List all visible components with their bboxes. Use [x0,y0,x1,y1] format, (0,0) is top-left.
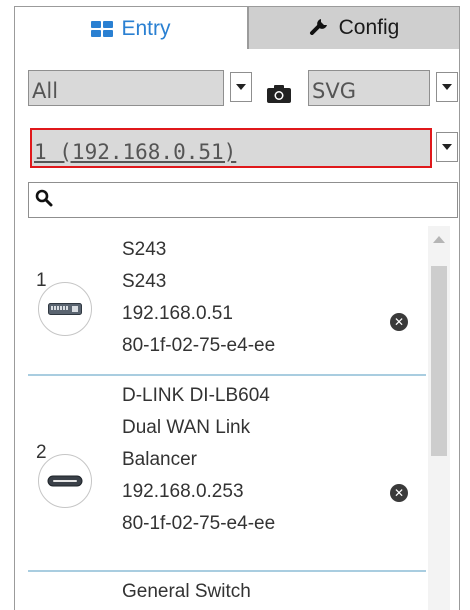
tab-config-label: Config [338,16,400,39]
type-select-value: All [32,79,59,103]
remove-icon[interactable]: ✕ [390,484,408,502]
item-index: 1 [36,270,47,291]
tab-bar: Entry Config [14,6,460,50]
device-list: 1 S243 S243 192.168.0.51 80-1f-02-75-e4-… [28,226,426,610]
item-details: S243 S243 192.168.0.51 80-1f-02-75-e4-ee [122,234,275,362]
item-mac: 80-1f-02-75-e4-ee [122,513,276,534]
camera-icon[interactable] [266,84,292,104]
item-model: S243 [122,271,167,292]
format-select[interactable]: SVG [308,70,430,106]
list-item[interactable]: 1 S243 S243 192.168.0.51 80-1f-02-75-e4-… [28,226,426,376]
tab-config[interactable]: Config [248,6,460,50]
item-details: General Switch [122,576,251,608]
chevron-down-icon [236,84,246,90]
search-box [28,182,458,218]
tab-entry[interactable]: Entry [14,6,248,50]
item-model-cont: Balancer [122,449,197,470]
item-details: D-LINK DI-LB604 Dual WAN Link Balancer 1… [122,380,275,540]
grid-icon [91,20,114,37]
chevron-down-icon [442,144,452,150]
device-select-dropdown-button[interactable] [436,132,458,162]
switch-icon [38,282,92,336]
item-mac: 80-1f-02-75-e4-ee [122,335,276,356]
item-model: Dual WAN Link [122,417,251,438]
list-scrollbar[interactable] [428,226,450,610]
list-item[interactable]: 2 D-LINK DI-LB604 Dual WAN Link Balancer… [28,376,426,572]
search-input[interactable] [53,185,457,215]
item-name: S243 [122,239,167,260]
item-name: D-LINK DI-LB604 [122,385,270,406]
item-index: 2 [36,442,47,463]
scroll-up-arrow-icon[interactable] [433,236,445,243]
device-select-value: 1 (192.168.0.51) [34,140,237,164]
list-item[interactable]: General Switch [28,572,426,610]
item-ip: 192.168.0.51 [122,303,233,324]
type-select-dropdown-button[interactable] [230,72,252,102]
tab-entry-label: Entry [121,16,171,40]
type-select[interactable]: All [28,70,224,106]
chevron-down-icon [442,84,452,90]
item-name: General Switch [122,581,251,602]
wrench-icon [309,15,331,41]
format-select-dropdown-button[interactable] [436,72,458,102]
remove-icon[interactable]: ✕ [390,313,408,331]
scrollbar-thumb[interactable] [431,266,447,456]
device-select[interactable]: 1 (192.168.0.51) [30,128,432,168]
item-ip: 192.168.0.253 [122,481,244,502]
router-icon [38,454,92,508]
format-select-value: SVG [312,79,356,103]
search-icon [35,189,53,212]
